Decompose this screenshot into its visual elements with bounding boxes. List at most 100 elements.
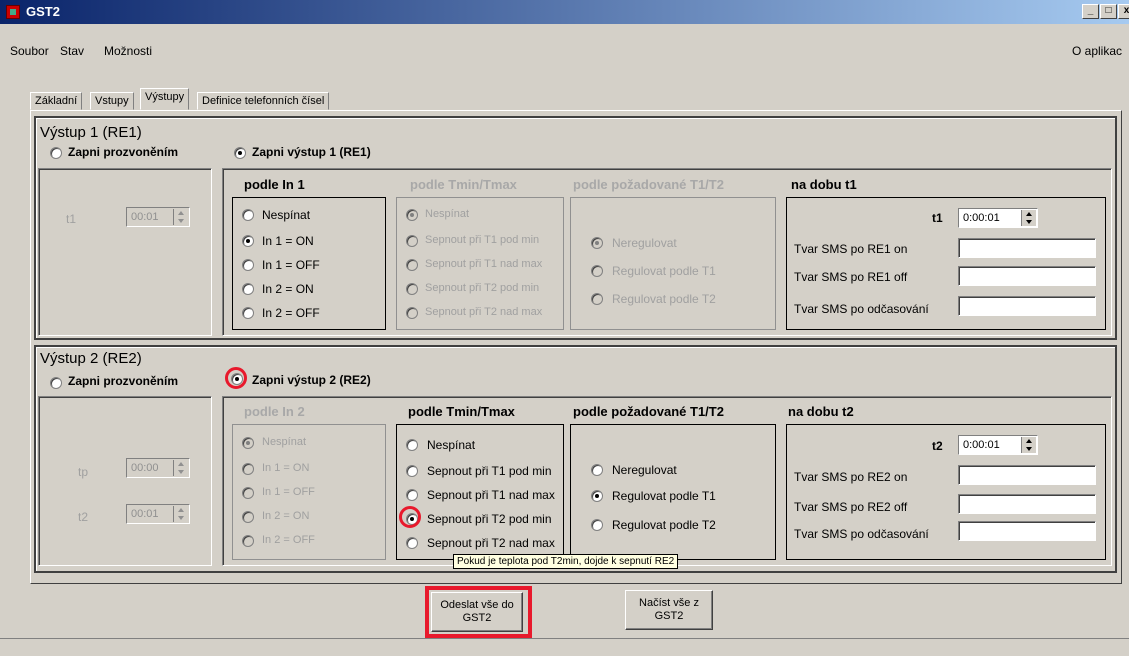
spinner-arrows-icon[interactable] bbox=[1021, 437, 1036, 453]
radio-label: Sepnout při T1 nad max bbox=[427, 488, 555, 502]
output1-t-option-4[interactable] bbox=[406, 307, 418, 319]
spinner-arrows-icon[interactable] bbox=[1021, 210, 1036, 226]
radio-label: In 2 = OFF bbox=[262, 306, 320, 320]
radio-label: Nespínat bbox=[262, 436, 307, 448]
output1-in-option-3[interactable] bbox=[242, 283, 254, 295]
radio-label: Sepnout při T1 pod min bbox=[427, 464, 552, 478]
output1-time-spinner[interactable]: 0:00:01 bbox=[958, 208, 1038, 228]
close-button[interactable]: x bbox=[1118, 4, 1129, 19]
output2-col-t-title: podle Tmin/Tmax bbox=[408, 404, 515, 419]
output1-sms-off-input[interactable] bbox=[958, 266, 1096, 286]
output1-in-option-0[interactable] bbox=[242, 209, 254, 221]
output1-t-option-3[interactable] bbox=[406, 283, 418, 295]
output2-in-option-2[interactable] bbox=[242, 487, 254, 499]
output1-title: Výstup 1 (RE1) bbox=[40, 124, 142, 141]
menu-about[interactable]: O aplikac bbox=[1072, 44, 1122, 58]
menu-file[interactable]: Soubor bbox=[10, 44, 49, 58]
radio-label: In 2 = ON bbox=[262, 282, 314, 296]
spinner-arrows-icon[interactable] bbox=[173, 506, 188, 522]
output1-sms-end-label: Tvar SMS po odčasování bbox=[794, 302, 929, 316]
output1-left-panel bbox=[38, 168, 212, 336]
radio-label: Sepnout při T2 nad max bbox=[425, 306, 543, 318]
radio-label: In 2 = ON bbox=[262, 510, 310, 522]
output2-t-option-1[interactable] bbox=[406, 465, 418, 477]
output2-t2-label: t2 bbox=[78, 510, 89, 524]
output1-in-option-1[interactable] bbox=[242, 235, 254, 247]
output2-in-option-1[interactable] bbox=[242, 463, 254, 475]
app-icon bbox=[6, 5, 20, 19]
output2-t-option-2[interactable] bbox=[406, 489, 418, 501]
output2-tp-label: tp bbox=[78, 465, 89, 479]
output2-col-req-title: podle požadované T1/T2 bbox=[573, 404, 724, 419]
output1-ring-label: Zapni prozvoněním bbox=[68, 145, 179, 159]
highlight-box bbox=[425, 586, 532, 638]
load-all-button[interactable]: Načíst vše z GST2 bbox=[625, 590, 713, 630]
tooltip: Pokud je teplota pod T2min, dojde k sepn… bbox=[453, 554, 679, 569]
maximize-button[interactable]: □ bbox=[1100, 4, 1117, 19]
output1-t-option-1[interactable] bbox=[406, 235, 418, 247]
output2-on-label: Zapni výstup 2 (RE2) bbox=[252, 373, 371, 387]
highlight-ring bbox=[225, 367, 247, 389]
spinner-arrows-icon[interactable] bbox=[173, 460, 188, 476]
output1-t-option-0[interactable] bbox=[406, 209, 418, 221]
radio-label: In 1 = OFF bbox=[262, 258, 320, 272]
output2-sms-off-input[interactable] bbox=[958, 494, 1096, 514]
output1-col-time-title: na dobu t1 bbox=[791, 177, 857, 192]
output2-time-value: 0:00:01 bbox=[963, 439, 1000, 451]
output1-sms-on-input[interactable] bbox=[958, 238, 1096, 258]
output2-req-option-2[interactable] bbox=[591, 519, 603, 531]
output2-col-in-title: podle In 2 bbox=[244, 404, 305, 419]
output2-col-time-title: na dobu t2 bbox=[788, 404, 854, 419]
output1-in-option-2[interactable] bbox=[242, 259, 254, 271]
tab-phone-numbers[interactable]: Definice telefonních čísel bbox=[197, 92, 330, 110]
highlight-ring bbox=[399, 506, 421, 528]
output2-req-option-1[interactable] bbox=[591, 490, 603, 502]
radio-label: Sepnout při T2 nad max bbox=[427, 536, 555, 550]
output1-t1-spinner[interactable]: 00:01 bbox=[126, 207, 190, 227]
output1-col-t-title: podle Tmin/Tmax bbox=[410, 177, 517, 192]
radio-label: In 2 = OFF bbox=[262, 534, 315, 546]
output2-t-option-4[interactable] bbox=[406, 537, 418, 549]
spinner-arrows-icon[interactable] bbox=[173, 209, 188, 225]
load-all-label: Načíst vše z GST2 bbox=[639, 597, 699, 622]
output1-req-option-1[interactable] bbox=[591, 265, 603, 277]
output1-t-option-2[interactable] bbox=[406, 259, 418, 271]
output1-req-option-0[interactable] bbox=[591, 237, 603, 249]
tab-outputs[interactable]: Výstupy bbox=[140, 88, 190, 110]
output1-time-value: 0:00:01 bbox=[963, 212, 1000, 224]
output2-ring-radio[interactable] bbox=[50, 377, 62, 389]
window-title: GST2 bbox=[26, 4, 60, 19]
minimize-button[interactable]: _ bbox=[1082, 4, 1099, 19]
output2-sms-on-input[interactable] bbox=[958, 465, 1096, 485]
output2-time-spinner[interactable]: 0:00:01 bbox=[958, 435, 1038, 455]
radio-label: Nespínat bbox=[427, 438, 476, 452]
radio-label: Regulovat podle T2 bbox=[612, 518, 716, 532]
output1-time-label: t1 bbox=[932, 211, 943, 225]
menu-state[interactable]: Stav bbox=[60, 44, 84, 58]
output2-t-option-0[interactable] bbox=[406, 439, 418, 451]
radio-label: Nespínat bbox=[262, 208, 311, 222]
output2-req-option-0[interactable] bbox=[591, 464, 603, 476]
output1-req-option-2[interactable] bbox=[591, 293, 603, 305]
menu-options[interactable]: Možnosti bbox=[104, 44, 152, 58]
output1-sms-end-input[interactable] bbox=[958, 296, 1096, 316]
output2-left-panel bbox=[38, 396, 212, 566]
title-bar[interactable]: GST2 _ □ x bbox=[0, 0, 1129, 24]
output2-t2-value: 00:01 bbox=[131, 508, 159, 520]
tab-inputs[interactable]: Vstupy bbox=[90, 92, 134, 110]
output1-sms-on-label: Tvar SMS po RE1 on bbox=[794, 242, 908, 256]
output2-sms-on-label: Tvar SMS po RE2 on bbox=[794, 470, 908, 484]
output2-title: Výstup 2 (RE2) bbox=[40, 350, 142, 367]
tab-basic[interactable]: Základní bbox=[30, 92, 83, 110]
output2-in-option-4[interactable] bbox=[242, 535, 254, 547]
output2-sms-end-input[interactable] bbox=[958, 521, 1096, 541]
output1-in-option-4[interactable] bbox=[242, 307, 254, 319]
output2-in-option-3[interactable] bbox=[242, 511, 254, 523]
output2-tp-spinner[interactable]: 00:00 bbox=[126, 458, 190, 478]
radio-label: In 1 = ON bbox=[262, 234, 314, 248]
output1-on-radio[interactable] bbox=[234, 147, 246, 159]
output2-t2-spinner[interactable]: 00:01 bbox=[126, 504, 190, 524]
output1-on-label: Zapni výstup 1 (RE1) bbox=[252, 145, 371, 159]
output2-in-option-0[interactable] bbox=[242, 437, 254, 449]
output1-ring-radio[interactable] bbox=[50, 147, 62, 159]
